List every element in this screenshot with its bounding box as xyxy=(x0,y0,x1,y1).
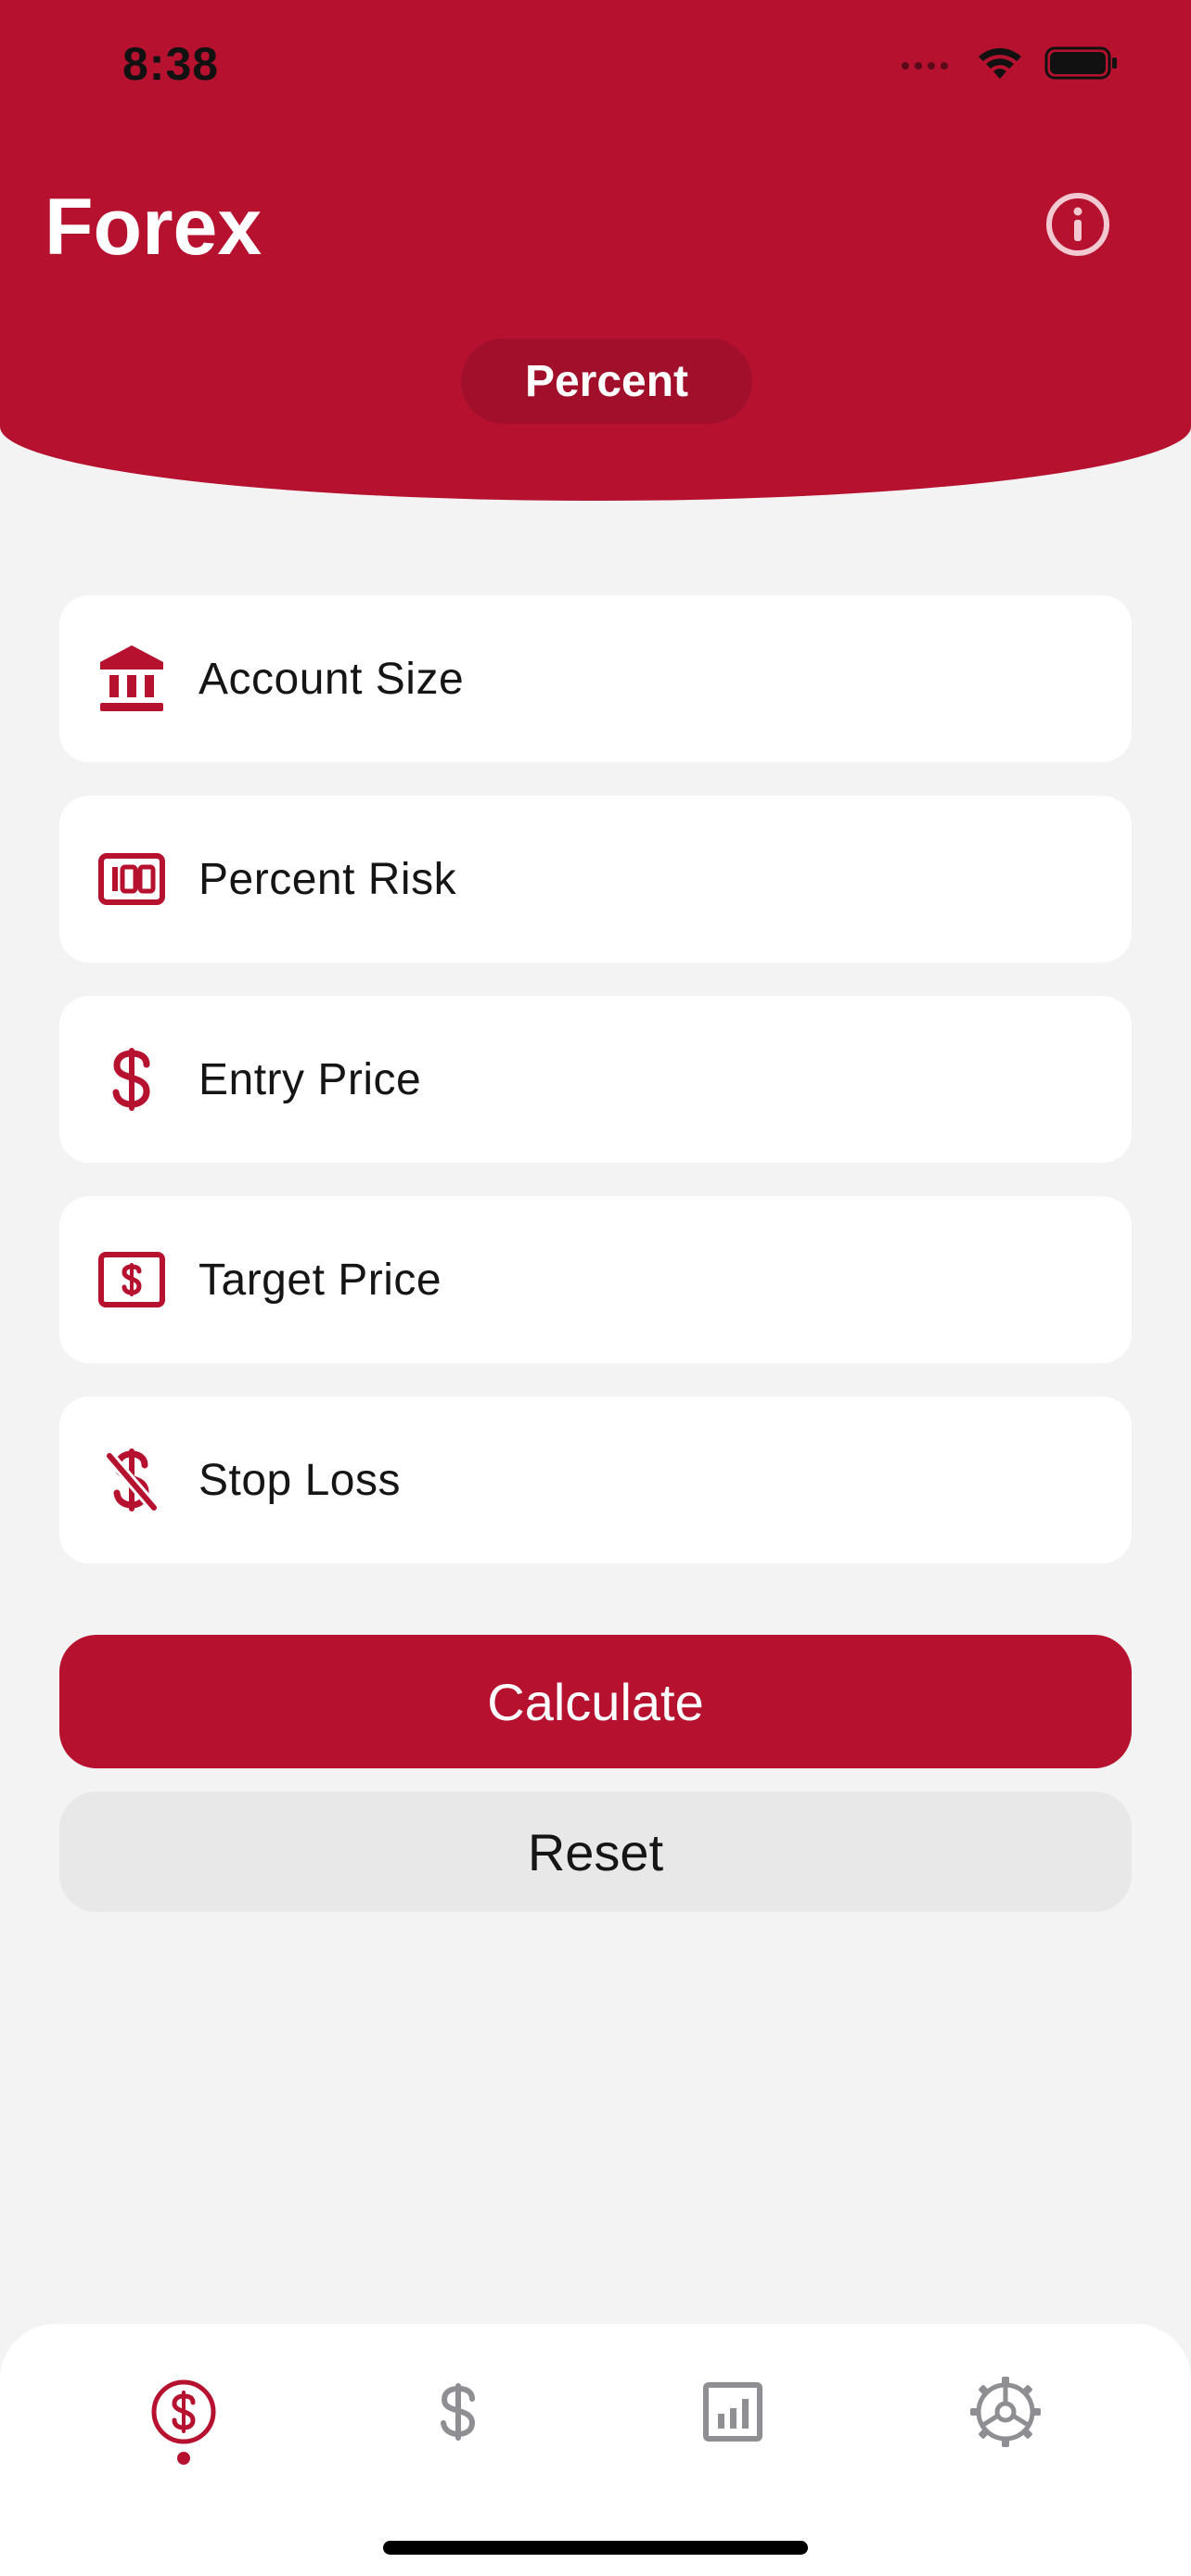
mode-selector[interactable]: Percent xyxy=(461,338,752,424)
dollar-slash-icon xyxy=(95,1443,169,1517)
account-size-field[interactable]: Account Size xyxy=(59,595,1132,762)
target-price-label: Target Price xyxy=(198,1255,442,1305)
home-indicator xyxy=(383,2541,808,2555)
tab-stats[interactable] xyxy=(682,2361,784,2463)
chart-icon xyxy=(703,2382,762,2442)
entry-price-label: Entry Price xyxy=(198,1054,422,1104)
page-title: Forex xyxy=(45,183,263,272)
info-button[interactable] xyxy=(1044,191,1111,258)
percent-badge-icon xyxy=(95,842,169,916)
tab-position[interactable] xyxy=(407,2361,509,2463)
dollar-bill-icon xyxy=(95,1243,169,1317)
calculate-button[interactable]: Calculate xyxy=(59,1635,1132,1768)
status-icons xyxy=(900,45,1119,82)
active-tab-indicator xyxy=(177,2452,190,2465)
status-time: 8:38 xyxy=(122,38,220,90)
tab-calculator[interactable] xyxy=(133,2361,235,2463)
tab-settings[interactable] xyxy=(954,2361,1057,2463)
account-size-label: Account Size xyxy=(198,654,465,704)
stop-loss-field[interactable]: Stop Loss xyxy=(59,1396,1132,1563)
percent-risk-label: Percent Risk xyxy=(198,854,457,904)
tab-bar xyxy=(0,2324,1191,2576)
wifi-icon xyxy=(979,48,1021,79)
bank-icon xyxy=(95,642,169,716)
status-bar: 8:38 xyxy=(0,0,1191,130)
dollar-icon xyxy=(441,2383,476,2441)
target-price-field[interactable]: Target Price xyxy=(59,1196,1132,1363)
signal-icon xyxy=(902,62,948,70)
percent-risk-field[interactable]: Percent Risk xyxy=(59,796,1132,963)
input-fields: Account Size Percent Risk Entry Price Ta… xyxy=(59,595,1132,1597)
battery-icon xyxy=(1044,46,1117,80)
info-icon xyxy=(1046,193,1109,256)
settings-gear-icon xyxy=(970,2377,1041,2447)
reset-button[interactable]: Reset xyxy=(59,1792,1132,1912)
dollar-icon xyxy=(95,1042,169,1116)
dollar-circle-icon xyxy=(151,2379,216,2444)
entry-price-field[interactable]: Entry Price xyxy=(59,996,1132,1163)
stop-loss-label: Stop Loss xyxy=(198,1455,401,1505)
